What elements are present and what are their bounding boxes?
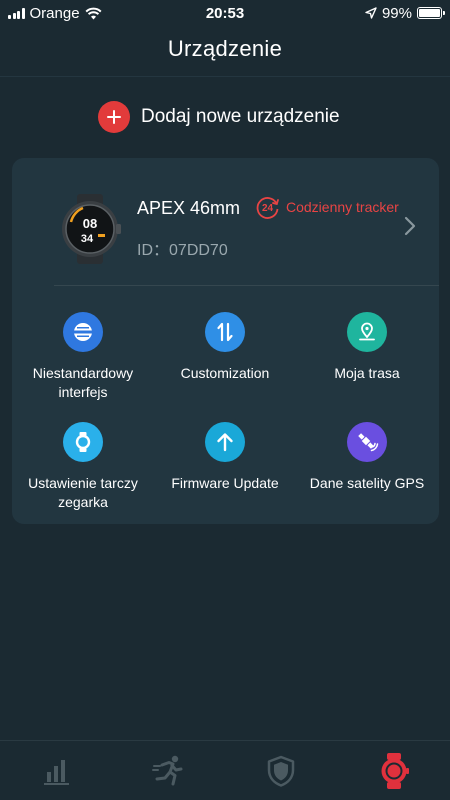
device-name: APEX 46mm — [137, 198, 241, 218]
shield-icon — [268, 755, 295, 787]
custom-interface-icon — [63, 312, 103, 352]
status-bar: Orange 20:53 99% — [0, 0, 450, 26]
feature-gps-satellite[interactable]: Dane satelity GPS — [296, 422, 438, 493]
tracker-24-text: 24 — [262, 203, 274, 214]
device-card: 08 34 APEX 46mm 24 Codzienny tracker ID：… — [12, 158, 439, 524]
tab-activity[interactable] — [113, 741, 226, 800]
tracker-label: Codzienny tracker — [286, 199, 399, 215]
feature-customization[interactable]: Customization — [154, 312, 296, 383]
watch-face-hour: 08 — [83, 216, 97, 231]
tab-stats[interactable] — [0, 741, 113, 800]
feature-my-route[interactable]: Moja trasa — [296, 312, 438, 383]
battery-icon — [417, 7, 445, 19]
feature-firmware-update[interactable]: Firmware Update — [154, 422, 296, 493]
watch-image: 08 34 — [62, 194, 121, 264]
page-title: Urządzenie — [167, 36, 283, 61]
feature-label: Niestandardowy interfejs — [32, 365, 134, 400]
feature-label: Dane satelity GPS — [309, 475, 425, 491]
running-icon — [151, 755, 183, 785]
tracker-24-icon: 24 — [256, 197, 279, 219]
daily-tracker-badge: 24 Codzienny tracker — [256, 195, 399, 219]
add-device-button[interactable]: Dodaj nowe urządzenie — [98, 101, 340, 133]
header-divider — [0, 76, 450, 77]
tab-security[interactable] — [225, 741, 338, 800]
add-device-label: Dodaj nowe urządzenie — [141, 106, 340, 127]
watch-face-icon — [63, 422, 103, 462]
feature-watch-face[interactable]: Ustawienie tarczy zegarka — [12, 422, 154, 512]
satellite-icon — [347, 422, 387, 462]
location-arrow-icon — [365, 7, 377, 19]
device-id-value: 07DD70 — [169, 242, 228, 259]
arrows-updown-icon — [205, 312, 245, 352]
signal-icon — [8, 7, 25, 19]
status-left: Orange — [8, 5, 102, 22]
tab-device[interactable] — [338, 741, 450, 800]
status-right: 99% — [365, 4, 445, 22]
device-id-label: ID： — [137, 242, 170, 259]
bottom-tab-bar — [0, 740, 450, 800]
arrow-up-icon — [205, 422, 245, 462]
stats-icon — [44, 759, 70, 785]
watch-face-minute: 34 — [81, 233, 94, 245]
feature-label: Moja trasa — [334, 365, 400, 381]
chevron-right-icon — [404, 216, 416, 236]
battery-percent: 99% — [381, 4, 412, 22]
feature-label: Firmware Update — [171, 475, 279, 491]
device-info-row[interactable]: 08 34 APEX 46mm 24 Codzienny tracker ID：… — [12, 158, 439, 286]
feature-custom-interface[interactable]: Niestandardowy interfejs — [12, 312, 154, 402]
feature-label: Ustawienie tarczy zegarka — [28, 475, 138, 510]
location-pin-icon — [347, 312, 387, 352]
card-divider — [54, 285, 439, 286]
carrier-name: Orange — [29, 4, 80, 22]
feature-label: Customization — [180, 365, 270, 381]
watch-icon — [381, 752, 409, 789]
wifi-icon — [85, 7, 102, 19]
plus-icon — [98, 101, 130, 133]
device-id: ID：07DD70 — [137, 236, 228, 260]
